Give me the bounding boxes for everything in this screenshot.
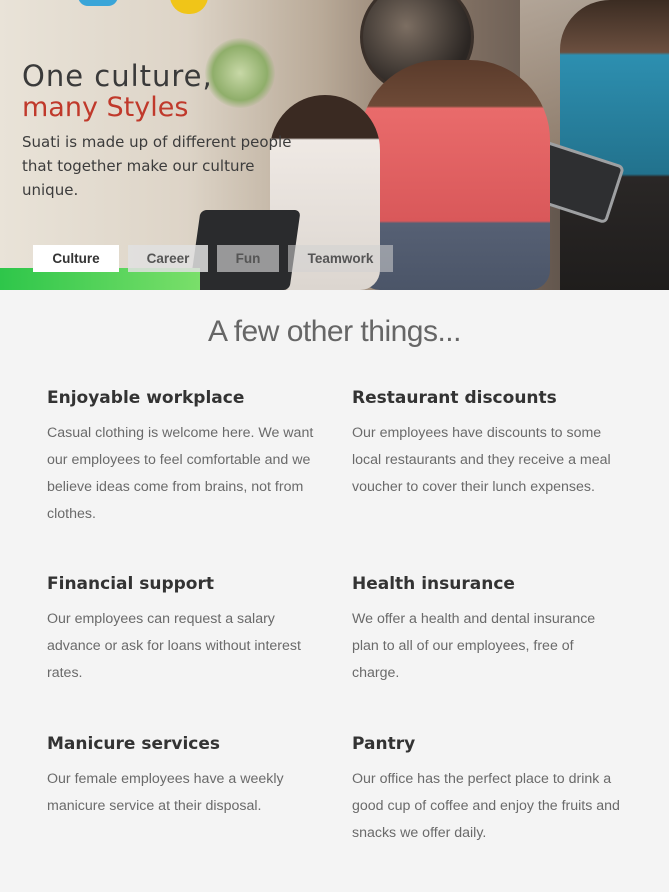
section-title: A few other things... xyxy=(208,315,461,348)
tab-teamwork[interactable]: Teamwork xyxy=(288,245,393,272)
hero-text: One culture, many Styles Suati is made u… xyxy=(22,60,302,202)
benefit-text: Our female employees have a weekly manic… xyxy=(47,771,284,814)
hero-title-accent: many Styles xyxy=(22,92,189,123)
benefit-item: Financial support Our employees can requ… xyxy=(47,570,317,687)
tab-fun[interactable]: Fun xyxy=(217,245,279,272)
tab-culture[interactable]: Culture xyxy=(33,245,119,272)
benefit-item: Enjoyable workplace Casual clothing is w… xyxy=(47,384,317,528)
benefit-title: Pantry xyxy=(352,734,416,754)
benefit-item: Health insurance We offer a health and d… xyxy=(352,570,622,687)
benefit-text: Our office has the perfect place to drin… xyxy=(352,771,620,841)
hero-photo-person xyxy=(560,0,669,290)
benefit-item: Manicure services Our female employees h… xyxy=(47,730,317,820)
benefit-item: Pantry Our office has the perfect place … xyxy=(352,730,622,847)
benefit-text: Casual clothing is welcome here. We want… xyxy=(47,425,314,522)
hero-photo-lamp xyxy=(78,0,118,6)
tab-career[interactable]: Career xyxy=(128,245,208,272)
hero-photo-lamp xyxy=(170,0,208,14)
benefit-text: Our employees can request a salary advan… xyxy=(47,611,301,681)
benefit-title: Financial support xyxy=(47,574,214,594)
culture-tabs: Culture Career Fun Teamwork xyxy=(33,245,393,272)
benefit-title: Manicure services xyxy=(47,734,220,754)
hero-title: One culture, xyxy=(22,59,213,93)
hero-banner: One culture, many Styles Suati is made u… xyxy=(0,0,669,290)
hero-subtitle: Suati is made up of different people tha… xyxy=(22,133,292,199)
benefit-title: Health insurance xyxy=(352,574,515,594)
benefit-title: Restaurant discounts xyxy=(352,388,557,408)
benefit-title: Enjoyable workplace xyxy=(47,388,245,408)
benefit-item: Restaurant discounts Our employees have … xyxy=(352,384,622,501)
benefit-text: Our employees have discounts to some loc… xyxy=(352,425,611,495)
benefit-text: We offer a health and dental insurance p… xyxy=(352,611,596,681)
